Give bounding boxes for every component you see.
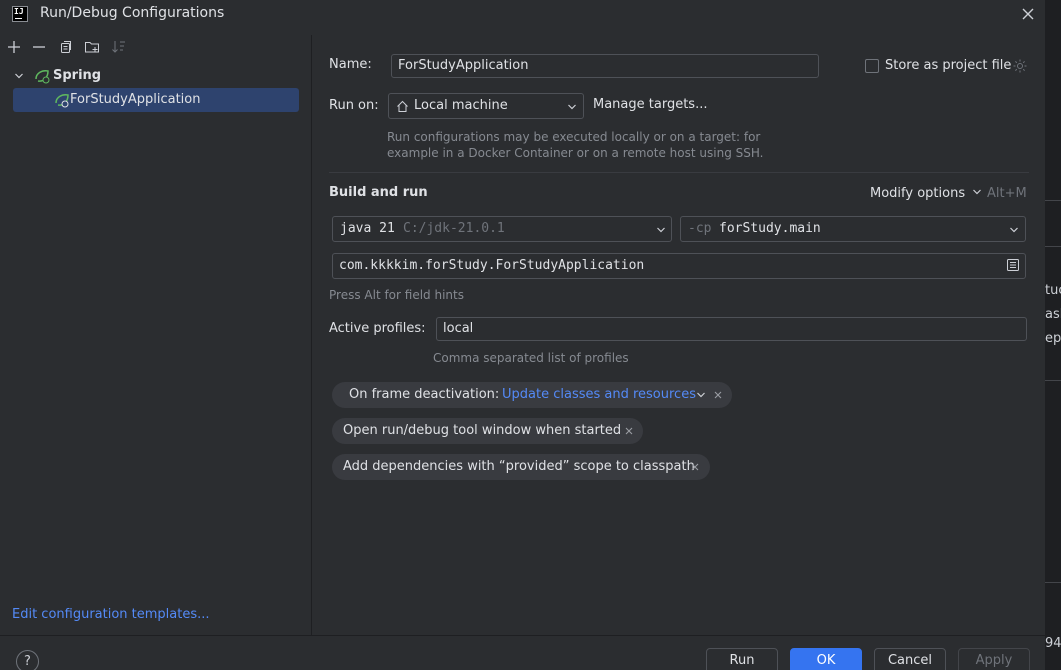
name-input[interactable]: ForStudyApplication: [391, 54, 819, 78]
close-icon[interactable]: [1018, 4, 1038, 24]
add-dependencies-label: Add dependencies with “provided” scope t…: [343, 459, 695, 474]
close-icon[interactable]: [690, 462, 700, 472]
active-profiles-label: Active profiles:: [329, 321, 426, 336]
chevron-down-icon: [657, 227, 665, 233]
open-tool-window-label: Open run/debug tool window when started: [343, 423, 622, 438]
open-tool-window-chip[interactable]: Open run/debug tool window when started: [332, 418, 643, 444]
cancel-button[interactable]: Cancel: [874, 648, 946, 670]
gear-icon[interactable]: [1012, 58, 1028, 74]
chevron-down-icon: [568, 104, 576, 110]
background-text: tuc: [1045, 283, 1061, 298]
home-icon: [397, 100, 408, 112]
chevron-down-icon: [697, 392, 705, 398]
apply-button[interactable]: Apply: [958, 648, 1030, 670]
close-icon[interactable]: [713, 390, 723, 400]
classpath-module: forStudy.main: [719, 221, 821, 236]
close-icon[interactable]: [624, 426, 634, 436]
ok-button[interactable]: OK: [790, 648, 862, 670]
store-as-project-file-checkbox[interactable]: [865, 59, 879, 73]
new-folder-icon[interactable]: [84, 39, 100, 55]
frame-deactivation-chip[interactable]: On frame deactivation: Update classes an…: [332, 382, 732, 408]
modify-options-link[interactable]: Modify options: [870, 186, 982, 201]
active-profiles-hint: Comma separated list of profiles: [433, 351, 629, 365]
modify-options-label: Modify options: [870, 186, 966, 201]
configurations-tree-panel: Spring Boot ForStudyApplication Edit con…: [0, 35, 312, 635]
divider: [1045, 246, 1061, 247]
remove-icon[interactable]: [31, 39, 47, 55]
title-bar: IJ Run/Debug Configurations: [0, 0, 1045, 35]
classpath-flag: -cp: [688, 221, 712, 236]
active-profiles-input[interactable]: local: [436, 317, 1027, 341]
dialog-button-bar: ? Run OK Cancel Apply: [0, 635, 1045, 670]
background-text: ep: [1045, 331, 1061, 346]
background-window-strip: tuc ask ep 94: [1045, 0, 1061, 670]
dialog-title: Run/Debug Configurations: [40, 5, 225, 21]
sort-icon[interactable]: [111, 39, 127, 55]
help-button[interactable]: ?: [16, 650, 39, 670]
chevron-down-icon: [1010, 227, 1018, 233]
field-hint: Press Alt for field hints: [329, 288, 464, 302]
modify-options-shortcut: Alt+M: [987, 186, 1027, 201]
frame-deactivation-label: On frame deactivation:: [349, 387, 500, 402]
add-dependencies-chip[interactable]: Add dependencies with “provided” scope t…: [332, 454, 710, 480]
divider: [1045, 380, 1061, 381]
jdk-path: C:/jdk-21.0.1: [403, 221, 505, 236]
divider: [1045, 582, 1061, 583]
chevron-down-icon[interactable]: [14, 71, 24, 81]
separator: [329, 172, 1029, 173]
edit-configuration-templates-link[interactable]: Edit configuration templates...: [12, 607, 210, 622]
jdk-dropdown[interactable]: java 21 C:/jdk-21.0.1: [332, 216, 672, 242]
divider: [1045, 200, 1061, 201]
run-on-dropdown[interactable]: Local machine: [388, 93, 584, 119]
tree-item-forstudyapplication[interactable]: ForStudyApplication: [13, 88, 299, 112]
intellij-logo-icon: IJ: [12, 6, 28, 22]
chevron-down-icon: [973, 189, 982, 195]
build-and-run-title: Build and run: [329, 185, 428, 200]
configuration-editor-panel: Name: ForStudyApplication Store as proje…: [313, 35, 1045, 635]
classpath-module-dropdown[interactable]: -cp forStudy.main: [680, 216, 1026, 242]
name-label: Name:: [329, 57, 372, 72]
frame-deactivation-value[interactable]: Update classes and resources: [502, 382, 696, 408]
run-on-label: Run on:: [329, 98, 379, 113]
spring-boot-run-icon: [55, 94, 69, 108]
run-on-value: Local machine: [414, 98, 508, 113]
manage-targets-link[interactable]: Manage targets...: [593, 97, 707, 112]
background-text: 94: [1045, 636, 1061, 651]
run-on-hint: Run configurations may be executed local…: [387, 130, 761, 144]
browse-document-icon[interactable]: [1006, 258, 1020, 272]
background-text: ask: [1045, 307, 1061, 322]
add-icon[interactable]: [6, 39, 22, 55]
copy-icon[interactable]: [58, 39, 74, 55]
jdk-name: java 21: [340, 221, 395, 236]
store-as-project-file-label[interactable]: Store as project file: [885, 58, 1011, 73]
main-class-input[interactable]: com.kkkkim.forStudy.ForStudyApplication: [332, 253, 1026, 279]
run-button[interactable]: Run: [706, 648, 778, 670]
spring-boot-icon: [35, 70, 50, 84]
run-on-hint: example in a Docker Container or on a re…: [387, 146, 764, 160]
tree-item-label: ForStudyApplication: [70, 92, 201, 107]
